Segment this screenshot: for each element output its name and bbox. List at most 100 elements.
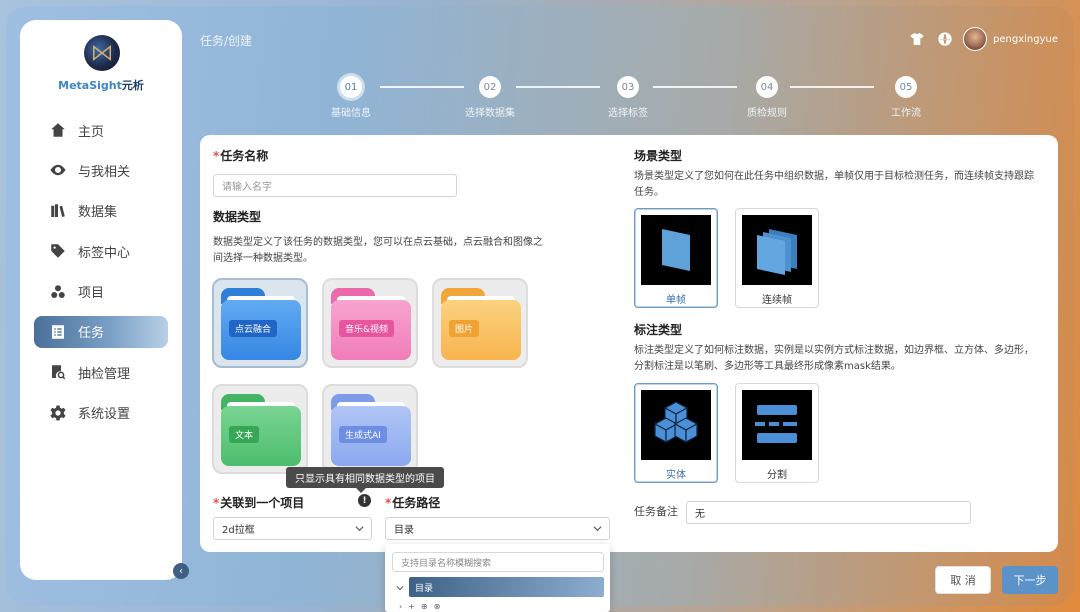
step-number: 05	[895, 76, 917, 98]
single-frame-icon	[641, 215, 711, 285]
step-basic-info[interactable]: 01 基础信息	[301, 76, 401, 119]
task-note-label: 任务备注	[634, 505, 678, 518]
task-path-select-value: 目录	[394, 525, 414, 536]
folder-icon: 图片	[441, 288, 521, 360]
path-search-input[interactable]: 支持目录名称模糊搜索	[392, 552, 604, 572]
data-type-image[interactable]: 图片	[432, 278, 528, 368]
sidebar-item-settings[interactable]: 系统设置	[34, 397, 168, 429]
step-workflow[interactable]: 05 工作流	[856, 76, 956, 119]
sidebar-item-related[interactable]: 与我相关	[34, 154, 168, 186]
scene-option-label: 单帧	[666, 295, 686, 306]
username[interactable]: pengxingyue	[993, 34, 1058, 45]
project-select[interactable]: 2d拉框	[213, 517, 372, 540]
sidebar-item-label: 标签中心	[78, 245, 131, 261]
task-list-icon	[48, 322, 68, 342]
task-path-dropdown: 支持目录名称模糊搜索 目录 ›+⊕⊗	[385, 544, 610, 612]
annotation-type-title: 标注类型	[634, 323, 683, 337]
project-select-value: 2d拉框	[222, 525, 255, 536]
step-qa-rules[interactable]: 04 质检规则	[717, 76, 817, 119]
scene-type-title: 场景类型	[634, 149, 683, 163]
data-type-generative-ai[interactable]: 生成式AI	[322, 384, 418, 474]
step-select-dataset[interactable]: 02 选择数据集	[440, 76, 540, 119]
data-type-description-line: 间选择一种数据类型。	[213, 253, 313, 264]
cubes-icon	[48, 282, 68, 302]
sidebar-collapse-button[interactable]: ‹	[173, 563, 189, 579]
sidebar-item-projects[interactable]: 项目	[34, 276, 168, 308]
brand-name-prefix: MetaSight	[58, 79, 122, 92]
task-path-select[interactable]: 目录	[385, 517, 610, 540]
data-type-label: 图片	[449, 320, 480, 337]
avatar[interactable]	[963, 27, 988, 51]
sidebar-item-home[interactable]: 主页	[34, 114, 168, 146]
step-label: 选择数据集	[465, 108, 515, 119]
scene-single-frame[interactable]: 单帧	[634, 208, 718, 308]
tag-icon	[48, 241, 68, 261]
sidebar-item-tasks[interactable]: 任务	[34, 315, 168, 348]
cancel-button[interactable]: 取 消	[935, 566, 991, 594]
annotation-option-label: 分割	[767, 470, 787, 481]
folder-icon: 文本	[221, 394, 301, 466]
sidebar-item-label: 项目	[78, 286, 105, 302]
step-number: 03	[617, 76, 639, 98]
step-label: 基础信息	[331, 108, 371, 119]
breadcrumb: 任务/创建	[200, 34, 253, 48]
sidebar-item-label: 任务	[78, 326, 105, 342]
next-button[interactable]: 下一步	[1002, 566, 1058, 594]
sidebar-item-datasets[interactable]: 数据集	[34, 195, 168, 227]
continuous-frames-icon	[742, 215, 812, 285]
data-type-audio-video[interactable]: 音乐&视频	[322, 278, 418, 368]
shirt-icon[interactable]	[909, 31, 925, 47]
task-note-input[interactable]: 无	[686, 501, 971, 524]
sidebar-item-label: 抽检管理	[78, 366, 131, 382]
step-select-tags[interactable]: 03 选择标签	[578, 76, 678, 119]
sidebar-item-label: 主页	[78, 124, 105, 140]
data-type-text[interactable]: 文本	[212, 384, 308, 474]
required-mark: *	[385, 496, 392, 510]
required-mark: *	[213, 496, 220, 510]
cubes-icon	[641, 390, 711, 460]
data-type-label: 生成式AI	[339, 426, 387, 443]
step-label: 选择标签	[608, 108, 648, 119]
annotation-segmentation[interactable]: 分割	[735, 383, 819, 483]
data-type-label: 音乐&视频	[339, 320, 395, 337]
project-label-text: 关联到一个项目	[220, 496, 305, 510]
chevron-down-icon	[593, 524, 602, 532]
chevron-left-icon: ‹	[179, 565, 183, 577]
project-label: *关联到一个项目	[213, 494, 304, 511]
sidebar-nav: 主页 与我相关 数据集 标签中心 项目 任务 抽检管理 系统设置	[34, 114, 168, 437]
annotation-entity[interactable]: 实体	[634, 383, 718, 483]
inspect-icon	[48, 362, 68, 382]
scene-option-label: 连续帧	[762, 295, 792, 306]
books-icon	[48, 201, 68, 221]
scene-type-description-line: 任务。	[634, 187, 664, 198]
task-name-label: *任务名称	[213, 147, 268, 164]
globe-icon[interactable]	[937, 31, 953, 47]
data-type-point-cloud-fusion[interactable]: 点云融合	[212, 278, 308, 368]
step-number: 04	[756, 76, 778, 98]
task-name-input[interactable]: 请输入名字	[213, 174, 457, 197]
path-tree-node[interactable]: 目录	[409, 577, 604, 597]
logo-icon	[84, 35, 120, 71]
annotation-type-description-line: 标注类型定义了如何标注数据，实例是以实例方式标注数据，如边界框、立方体、多边形，	[634, 345, 1034, 356]
topbar-actions: pengxingyue	[897, 27, 1058, 51]
step-number: 02	[479, 76, 501, 98]
step-label: 工作流	[891, 108, 921, 119]
scene-continuous-frames[interactable]: 连续帧	[735, 208, 819, 308]
scene-type-description-line: 场景类型定义了您如何在此任务中组织数据，单帧仅用于目标检测任务，而连续帧支持跟踪	[634, 171, 1034, 182]
task-path-label: *任务路径	[385, 494, 440, 511]
sidebar: MetaSight元析 主页 与我相关 数据集 标签中心 项目 任务 抽检管理 …	[20, 20, 182, 580]
segmentation-icon	[742, 390, 812, 460]
step-number: 01	[340, 76, 362, 98]
chevron-down-icon[interactable]	[396, 582, 404, 591]
tree-node-actions: ›+⊕⊗	[399, 602, 447, 611]
data-type-title: 数据类型	[213, 210, 262, 224]
task-name-label-text: 任务名称	[220, 149, 269, 163]
annotation-option-label: 实体	[666, 470, 686, 481]
data-type-label: 点云融合	[229, 320, 278, 337]
sidebar-item-inspection[interactable]: 抽检管理	[34, 356, 168, 388]
info-icon[interactable]: !	[358, 494, 371, 507]
required-mark: *	[213, 149, 220, 163]
sidebar-item-label: 与我相关	[78, 164, 131, 180]
brand-name-suffix: 元析	[121, 79, 144, 92]
sidebar-item-tags[interactable]: 标签中心	[34, 235, 168, 267]
